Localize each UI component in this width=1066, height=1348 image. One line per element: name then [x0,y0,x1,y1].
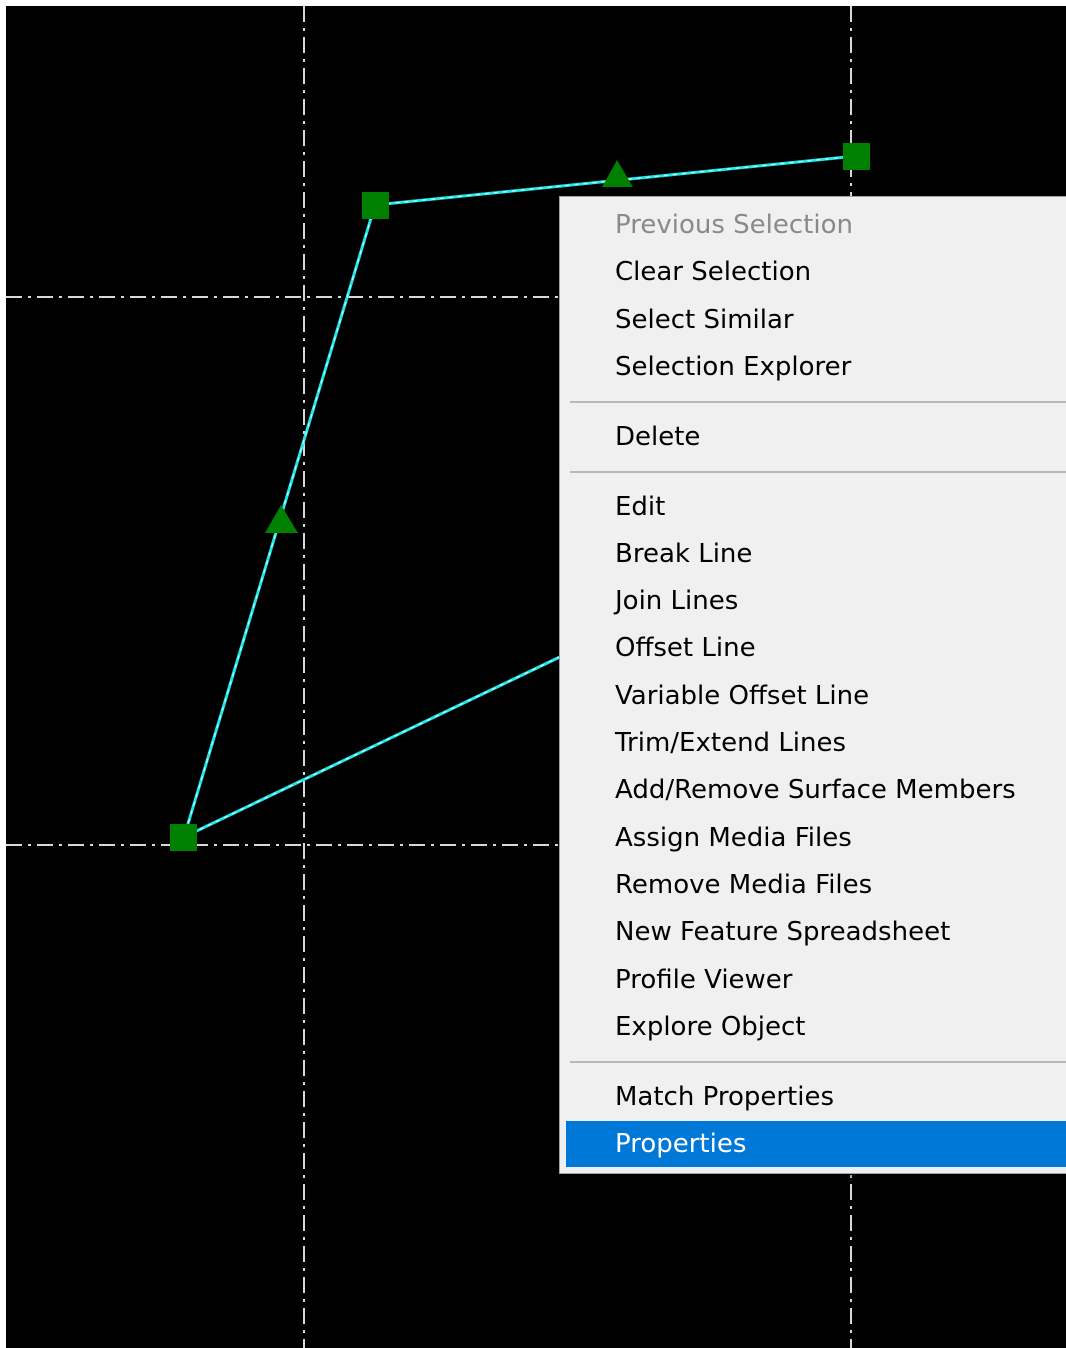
vertex-marker-square[interactable] [170,824,197,851]
menu-item-delete[interactable]: Delete [566,414,1066,460]
menu-item-explore-object[interactable]: Explore Object [566,1004,1066,1050]
menu-separator [570,471,1066,474]
context-menu: Previous Selection Clear Selection Select … [559,196,1066,1174]
menu-item-add-remove-surface-members[interactable]: Add/Remove Surface Members [566,767,1066,813]
menu-item-profile-viewer[interactable]: Profile Viewer [566,957,1066,1003]
menu-item-previous-selection: Previous Selection [615,210,853,240]
menu-item-edit[interactable]: Edit [566,484,1066,530]
menu-item-match-properties[interactable]: Match Properties [566,1074,1066,1120]
menu-item-join-lines[interactable]: Join Lines [566,578,1066,624]
menu-separator [570,401,1066,404]
menu-item-new-feature-spreadsheet[interactable]: New Feature Spreadsheet [566,909,1066,955]
menu-item-select-similar[interactable]: Select Similar [566,297,1066,343]
menu-item-assign-media-files[interactable]: Assign Media Files [566,815,1066,861]
menu-item-offset-line[interactable]: Offset Line [566,625,1066,671]
menu-item-remove-media-files[interactable]: Remove Media Files [566,862,1066,908]
menu-item-clear-selection[interactable]: Clear Selection [566,249,1066,295]
vertex-marker-square[interactable] [843,143,870,170]
midpoint-marker-triangle[interactable] [602,160,633,187]
vertex-marker-square[interactable] [362,192,389,219]
midpoint-marker-triangle[interactable] [265,505,298,533]
menu-item-selection-explorer[interactable]: Selection Explorer [566,344,1066,390]
menu-separator [570,1061,1066,1064]
menu-item-properties[interactable]: Properties [566,1120,1066,1167]
menu-item-trim-extend-lines[interactable]: Trim/Extend Lines [566,720,1066,766]
menu-item-variable-offset-line[interactable]: Variable Offset Line [566,673,1066,719]
menu-item-break-line[interactable]: Break Line [566,531,1066,577]
